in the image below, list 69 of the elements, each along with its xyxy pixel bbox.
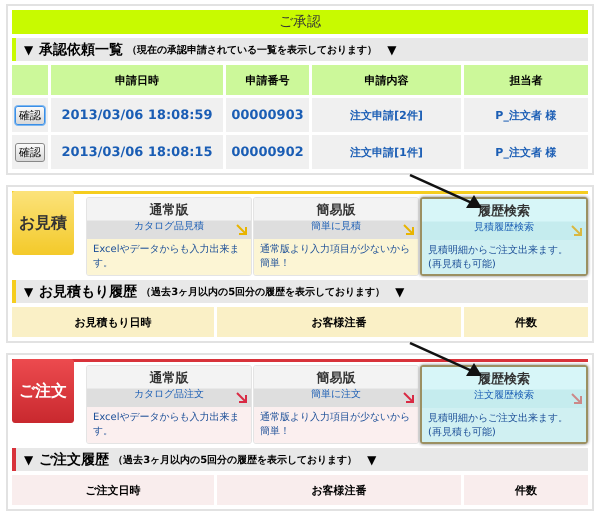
tile-title: 通常版 (150, 202, 188, 219)
column-header: お客様注番 (217, 307, 461, 337)
tile-title: 履歴検索 (478, 202, 530, 220)
column-header: 担当者 (464, 65, 588, 95)
confirm-button[interactable]: 確認 (15, 142, 45, 162)
section-header[interactable]: ▼ お見積もり履歴 （過去3ヶ月以内の5回分の履歴を表示しております） ▼ (12, 280, 588, 303)
toggle-icon[interactable]: ▼ (367, 452, 376, 466)
menu-tile[interactable]: 通常版 カタログ品見積 Excelやデータからも入力出来ます。 (86, 197, 252, 276)
toggle-icon[interactable]: ▼ (24, 42, 34, 56)
tile-subtitle: 注文履歴検索 (474, 388, 534, 402)
section-note: （過去3ヶ月以内の5回分の履歴を表示しております） (113, 454, 358, 466)
content-link[interactable]: 注文申請[2件] (312, 98, 461, 132)
column-header: 申請内容 (312, 65, 461, 95)
column-header: 件数 (464, 307, 588, 337)
menu-tile[interactable]: 簡易版 簡単に注文 通常版より入力項目が少ないから簡単！ (253, 365, 419, 444)
person-link[interactable]: P_注文者 様 (464, 98, 588, 132)
number-link[interactable]: 00000903 (226, 98, 309, 132)
tile-title: 通常版 (150, 370, 188, 387)
section-header[interactable]: ▼ 承認依頼一覧 （現在の承認申請されている一覧を表示しております） ▼ (12, 38, 588, 61)
column-header: お客様注番 (217, 475, 461, 505)
tile-subtitle: 簡単に見積 (311, 220, 361, 233)
tile-description: 見積明細からご注文出来ます。(再見積も可能) (422, 408, 586, 442)
date-link[interactable]: 2013/03/06 18:08:15 (51, 135, 223, 169)
section-note: （現在の承認申請されている一覧を表示しております） (127, 44, 378, 56)
menu-tile[interactable]: 通常版 カタログ品注文 Excelやデータからも入力出来ます。 (86, 365, 252, 444)
section-title: お見積もり履歴 (39, 282, 138, 300)
tile-title: 簡易版 (316, 202, 356, 219)
toggle-icon[interactable]: ▼ (395, 284, 404, 298)
tile-subtitle: カタログ品注文 (134, 388, 204, 401)
section-label: ご注文 (12, 359, 74, 423)
column-header: ご注文日時 (12, 475, 214, 505)
person-link[interactable]: P_注文者 様 (464, 135, 588, 169)
arrow-icon (236, 392, 248, 404)
column-header: 申請番号 (226, 65, 309, 95)
section-label: お見積 (12, 191, 74, 255)
arrow-icon (571, 393, 583, 405)
tile-description: Excelやデータからも入力出来ます。 (87, 407, 251, 443)
tile-title: 簡易版 (316, 370, 356, 387)
panel-title: ご承認 (12, 10, 588, 34)
date-link[interactable]: 2013/03/06 18:08:59 (51, 98, 223, 132)
tile-description: 通常版より入力項目が少ないから簡単！ (254, 239, 418, 275)
column-header: 申請日時 (51, 65, 223, 95)
header-cell (12, 65, 48, 95)
number-link[interactable]: 00000902 (226, 135, 309, 169)
arrow-icon (571, 225, 583, 237)
column-header: お見積もり日時 (12, 307, 214, 337)
menu-tile[interactable]: 履歴検索 注文履歴検索 見積明細からご注文出来ます。(再見積も可能) (420, 365, 588, 444)
toggle-icon[interactable]: ▼ (387, 42, 396, 56)
section-title: ご注文履歴 (39, 450, 110, 468)
tile-subtitle: 簡単に注文 (311, 388, 361, 401)
arrow-icon (403, 392, 415, 404)
section-header[interactable]: ▼ ご注文履歴 （過去3ヶ月以内の5回分の履歴を表示しております） ▼ (12, 448, 588, 471)
tile-description: 見積明細からご注文出来ます。(再見積も可能) (422, 240, 586, 274)
tile-description: 通常版より入力項目が少ないから簡単！ (254, 407, 418, 443)
confirm-button[interactable]: 確認 (15, 106, 45, 124)
toggle-icon[interactable]: ▼ (24, 284, 34, 298)
arrow-icon (236, 224, 248, 236)
menu-tile[interactable]: 簡易版 簡単に見積 通常版より入力項目が少ないから簡単！ (253, 197, 419, 276)
column-header: 件数 (464, 475, 588, 505)
menu-tile[interactable]: 履歴検索 見積履歴検索 見積明細からご注文出来ます。(再見積も可能) (420, 197, 588, 276)
arrow-icon (403, 224, 415, 236)
tile-subtitle: カタログ品見積 (134, 220, 204, 233)
tile-description: Excelやデータからも入力出来ます。 (87, 239, 251, 275)
tile-subtitle: 見積履歴検索 (474, 220, 534, 234)
tile-title: 履歴検索 (478, 370, 530, 388)
toggle-icon[interactable]: ▼ (24, 452, 34, 466)
content-link[interactable]: 注文申請[1件] (312, 135, 461, 169)
section-title: 承認依頼一覧 (39, 40, 124, 58)
section-note: （過去3ヶ月以内の5回分の履歴を表示しております） (141, 286, 386, 298)
